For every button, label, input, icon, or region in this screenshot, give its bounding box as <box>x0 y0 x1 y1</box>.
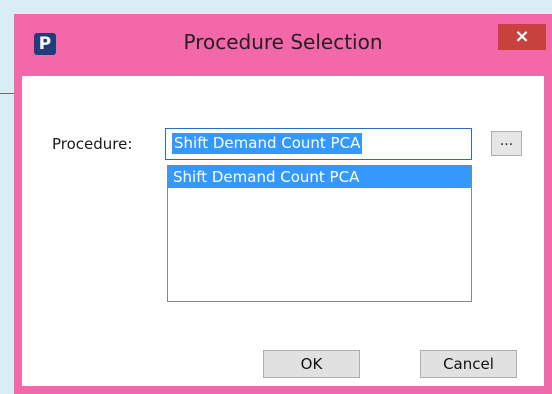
ok-button[interactable]: OK <box>263 350 360 378</box>
title-bar[interactable]: P Procedure Selection × <box>14 14 552 76</box>
dialog-title: Procedure Selection <box>183 30 383 54</box>
procedure-input-text: Shift Demand Count PCA <box>172 133 363 154</box>
list-item[interactable]: Shift Demand Count PCA <box>168 166 471 188</box>
procedure-selection-dialog: P Procedure Selection × Procedure: Shift… <box>14 14 552 394</box>
browse-button[interactable]: ... <box>491 131 522 156</box>
close-button[interactable]: × <box>498 24 546 50</box>
background-window-edge <box>0 0 14 394</box>
close-icon: × <box>514 26 530 47</box>
procedure-input[interactable]: Shift Demand Count PCA <box>165 128 472 160</box>
dialog-body: Procedure: Shift Demand Count PCA ... Sh… <box>22 76 544 386</box>
procedure-label: Procedure: <box>52 135 133 153</box>
procedure-list[interactable]: Shift Demand Count PCA <box>167 165 472 302</box>
background-divider <box>0 93 14 94</box>
cancel-button[interactable]: Cancel <box>420 350 517 378</box>
background-window <box>0 0 552 14</box>
